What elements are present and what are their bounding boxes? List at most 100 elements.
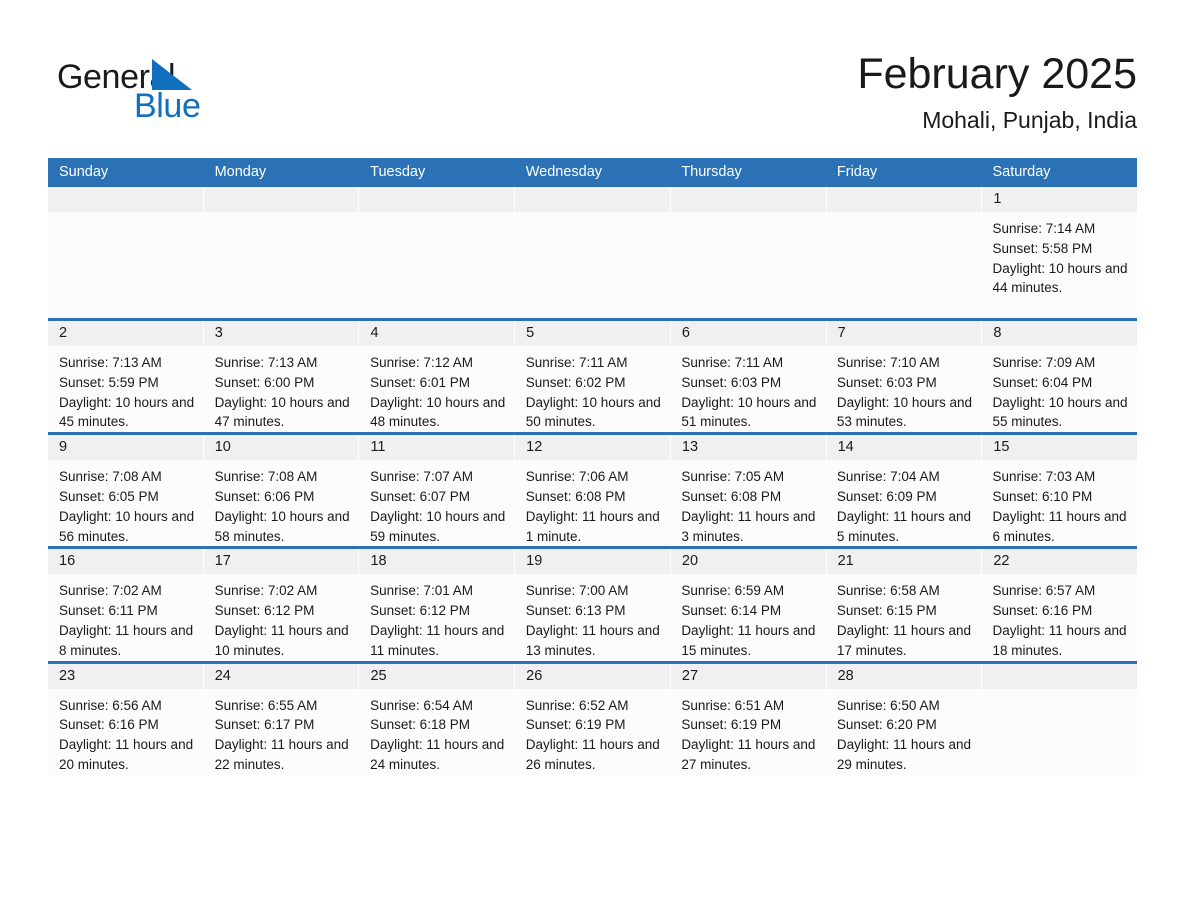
sunrise-text: Sunrise: 7:02 AM (214, 583, 318, 599)
sunrise-text: Sunrise: 7:02 AM (59, 583, 162, 599)
daylight-text: Daylight: 11 hours and 11 minutes. (370, 622, 505, 658)
week-detail-band: Sunrise: 7:08 AM Sunset: 6:05 PM Daylight:… (48, 460, 1137, 547)
day-number[interactable]: 3 (203, 321, 360, 346)
daylight-text: Daylight: 10 hours and 45 minutes. (59, 394, 195, 430)
day-cell[interactable]: Sunrise: 7:09 AM Sunset: 6:04 PM Daylight:… (981, 346, 1137, 432)
day-cell[interactable]: Sunrise: 7:08 AM Sunset: 6:06 PM Daylight:… (204, 460, 360, 546)
day-cell[interactable]: Sunrise: 7:14 AM Sunset: 5:58 PM Daylight:… (981, 212, 1137, 318)
sunset-text: Sunset: 6:15 PM (836, 603, 937, 619)
day-cell[interactable]: Sunrise: 7:01 AM Sunset: 6:12 PM Daylight:… (359, 574, 515, 660)
day-cell[interactable]: Sunrise: 7:13 AM Sunset: 6:00 PM Daylight:… (204, 346, 360, 432)
sunset-text: Sunset: 6:19 PM (681, 717, 782, 733)
day-cell[interactable]: Sunrise: 7:11 AM Sunset: 6:03 PM Daylight:… (670, 346, 826, 432)
day-number[interactable]: 28 (826, 663, 983, 689)
sunset-text: Sunset: 5:58 PM (992, 240, 1093, 256)
day-cell[interactable]: Sunrise: 7:13 AM Sunset: 5:59 PM Daylight:… (48, 346, 204, 432)
day-cell-empty (826, 212, 982, 318)
day-cell[interactable]: Sunrise: 7:08 AM Sunset: 6:05 PM Daylight:… (48, 460, 204, 546)
day-cell[interactable]: Sunrise: 6:51 AM Sunset: 6:19 PM Daylight:… (670, 689, 826, 775)
page-subtitle: Mohali, Punjab, India (922, 107, 1137, 134)
day-cell[interactable]: Sunrise: 6:56 AM Sunset: 6:16 PM Daylight:… (48, 689, 204, 775)
weekday-header-tuesday: Tuesday (370, 164, 426, 180)
sunrise-text: Sunrise: 6:50 AM (836, 697, 940, 713)
day-number[interactable]: 2 (48, 321, 204, 346)
day-number[interactable]: 7 (826, 321, 983, 346)
day-number[interactable]: 23 (48, 663, 204, 689)
day-cell[interactable]: Sunrise: 7:02 AM Sunset: 6:12 PM Daylight:… (204, 574, 360, 660)
day-cell[interactable]: Sunrise: 7:10 AM Sunset: 6:03 PM Daylight:… (826, 346, 982, 432)
day-number[interactable]: 27 (670, 663, 827, 689)
day-number-empty (670, 187, 827, 212)
day-number-empty (359, 187, 516, 212)
daylight-text: Daylight: 10 hours and 58 minutes. (214, 508, 350, 544)
sunrise-text: Sunrise: 7:10 AM (836, 355, 940, 370)
sunset-text: Sunset: 5:59 PM (59, 374, 159, 390)
day-cell[interactable]: Sunrise: 7:00 AM Sunset: 6:13 PM Daylight:… (515, 574, 671, 660)
day-number[interactable]: 16 (48, 549, 204, 575)
sunrise-text: Sunrise: 7:08 AM (59, 469, 162, 485)
day-number[interactable]: 9 (48, 435, 204, 461)
sunset-text: Sunset: 6:07 PM (370, 488, 470, 504)
daylight-text: Daylight: 10 hours and 47 minutes. (214, 394, 350, 430)
day-cell[interactable]: Sunrise: 7:03 AM Sunset: 6:10 PM Daylight:… (981, 460, 1137, 546)
sunset-text: Sunset: 6:16 PM (59, 717, 159, 733)
day-number[interactable]: 15 (982, 435, 1138, 461)
day-number[interactable]: 5 (515, 321, 671, 346)
day-cell[interactable]: Sunrise: 7:11 AM Sunset: 6:02 PM Daylight:… (515, 346, 671, 432)
sunrise-text: Sunrise: 7:09 AM (992, 355, 1096, 370)
day-number[interactable]: 10 (203, 435, 360, 461)
day-cell[interactable]: Sunrise: 6:55 AM Sunset: 6:17 PM Daylight:… (204, 689, 360, 775)
day-number[interactable]: 24 (203, 663, 360, 689)
page-title: February 2025 (857, 50, 1137, 98)
day-number[interactable]: 22 (982, 549, 1138, 575)
day-cell[interactable]: Sunrise: 6:54 AM Sunset: 6:18 PM Daylight:… (359, 689, 515, 775)
daylight-text: Daylight: 10 hours and 48 minutes. (370, 394, 506, 430)
day-number[interactable]: 19 (515, 549, 671, 575)
sunset-text: Sunset: 6:02 PM (525, 374, 626, 390)
daylight-text: Daylight: 11 hours and 18 minutes. (992, 622, 1127, 658)
day-number[interactable]: 20 (670, 549, 827, 575)
day-cell-empty (204, 212, 360, 318)
day-number[interactable]: 17 (203, 549, 360, 575)
daylight-text: Daylight: 10 hours and 50 minutes. (525, 394, 661, 430)
day-number[interactable]: 12 (515, 435, 671, 461)
sunset-text: Sunset: 6:01 PM (370, 374, 470, 390)
day-number[interactable]: 21 (826, 549, 983, 575)
day-cell[interactable]: Sunrise: 6:59 AM Sunset: 6:14 PM Daylight:… (670, 574, 826, 660)
day-number[interactable]: 4 (359, 321, 516, 346)
logo-text-blue: Blue (134, 87, 201, 125)
sunset-text: Sunset: 6:05 PM (59, 488, 159, 504)
day-number[interactable]: 25 (359, 663, 516, 689)
day-cell[interactable]: Sunrise: 7:04 AM Sunset: 6:09 PM Daylight:… (826, 460, 982, 546)
day-cell[interactable]: Sunrise: 6:52 AM Sunset: 6:19 PM Daylight:… (515, 689, 671, 775)
sunrise-text: Sunrise: 7:01 AM (370, 583, 473, 599)
sunset-text: Sunset: 6:10 PM (992, 488, 1093, 504)
sunrise-text: Sunrise: 7:06 AM (525, 469, 629, 485)
week-daynumber-band: 1 (48, 187, 1138, 212)
day-number[interactable]: 13 (670, 435, 827, 461)
day-number[interactable]: 11 (359, 435, 516, 461)
day-cell[interactable]: Sunrise: 7:06 AM Sunset: 6:08 PM Daylight:… (515, 460, 671, 546)
day-cell[interactable]: Sunrise: 7:07 AM Sunset: 6:07 PM Daylight:… (359, 460, 515, 546)
day-number[interactable]: 26 (515, 663, 671, 689)
day-cell[interactable]: Sunrise: 6:57 AM Sunset: 6:16 PM Daylight:… (981, 574, 1137, 660)
general-blue-logo: General Blue (57, 52, 237, 124)
day-cell[interactable]: Sunrise: 6:58 AM Sunset: 6:15 PM Daylight:… (826, 574, 982, 660)
day-number[interactable]: 18 (359, 549, 516, 575)
day-number[interactable]: 8 (982, 321, 1138, 346)
day-cell[interactable]: Sunrise: 7:12 AM Sunset: 6:01 PM Daylight:… (359, 346, 515, 432)
week-daynumber-band: 23 24 25 26 27 28 (48, 663, 1138, 689)
day-cell[interactable]: Sunrise: 7:05 AM Sunset: 6:08 PM Daylight:… (670, 460, 826, 546)
daylight-text: Daylight: 11 hours and 17 minutes. (836, 622, 971, 658)
day-cell[interactable]: Sunrise: 6:50 AM Sunset: 6:20 PM Daylight:… (826, 689, 982, 775)
day-number[interactable]: 14 (826, 435, 983, 461)
day-cell-empty (515, 212, 671, 318)
day-cell[interactable]: Sunrise: 7:02 AM Sunset: 6:11 PM Daylight:… (48, 574, 204, 660)
day-number[interactable]: 6 (670, 321, 827, 346)
weekday-header-saturday: Saturday (992, 164, 1051, 180)
week-detail-band: Sunrise: 7:14 AM Sunset: 5:58 PM Daylight:… (48, 212, 1137, 318)
sunrise-text: Sunrise: 7:00 AM (525, 583, 629, 599)
day-number[interactable]: 1 (982, 187, 1138, 212)
calendar-week-row: 9 10 11 12 13 14 15 Sunrise: 7:08 AM Sunset: 6:0… (48, 432, 1138, 547)
daylight-text: Daylight: 11 hours and 5 minutes. (836, 508, 971, 544)
